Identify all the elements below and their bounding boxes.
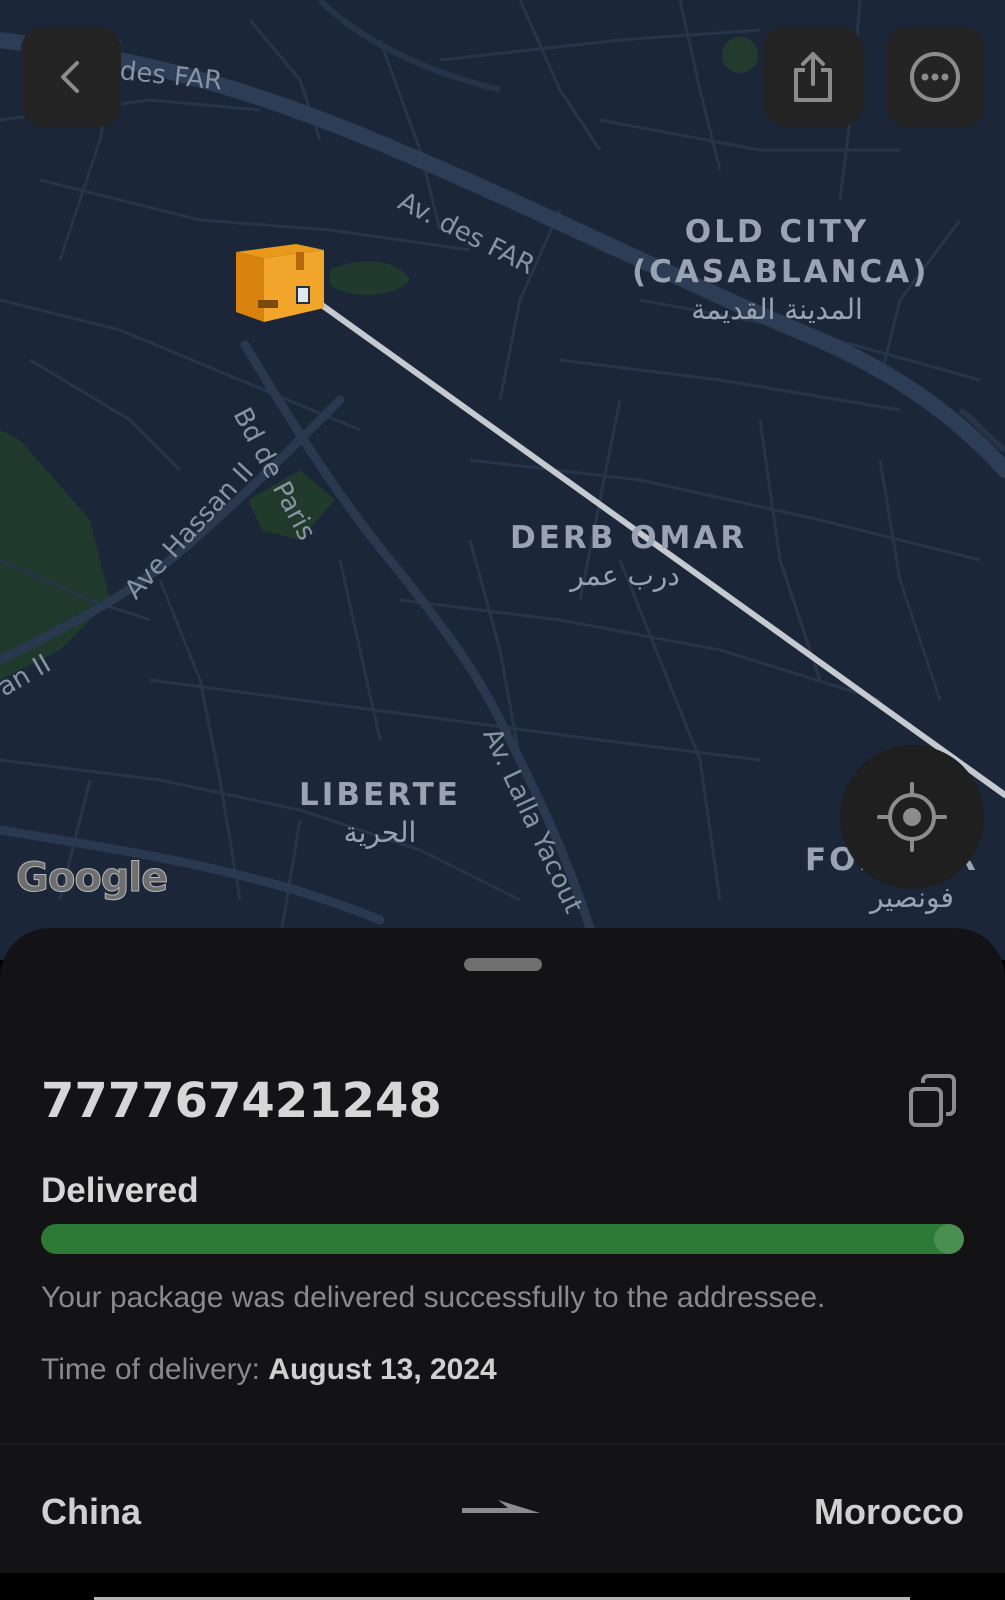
more-icon bbox=[910, 52, 960, 102]
my-location-button[interactable] bbox=[840, 745, 984, 889]
destination-country: Morocco bbox=[813, 1491, 964, 1532]
route-arrow-icon bbox=[462, 1500, 540, 1513]
system-navigation-bar bbox=[0, 1573, 1005, 1600]
share-icon bbox=[794, 52, 832, 102]
delivery-time-label: Time of delivery: bbox=[41, 1353, 260, 1386]
progress-knob bbox=[934, 1224, 964, 1254]
share-button[interactable] bbox=[763, 27, 863, 127]
copy-button[interactable] bbox=[908, 1073, 958, 1129]
district-label-liberte: LIBERTE الحرية bbox=[299, 777, 461, 849]
locate-icon bbox=[877, 782, 947, 852]
delivery-progress-bar bbox=[41, 1224, 964, 1254]
sheet-drag-handle[interactable] bbox=[464, 958, 542, 971]
progress-fill bbox=[41, 1224, 964, 1254]
district-label-old-city: OLD CITY (CASABLANCA) المدينة القديمة bbox=[632, 214, 930, 326]
origin-country: China bbox=[41, 1491, 142, 1532]
delivery-time: Time of delivery: August 13, 2024 bbox=[41, 1353, 497, 1387]
delivery-date: August 13, 2024 bbox=[268, 1353, 497, 1386]
map-view[interactable]: des FAR Av. des FAR Bd de Paris Ave Hass… bbox=[0, 0, 1005, 960]
status-label: Delivered bbox=[41, 1171, 199, 1210]
status-description: Your package was delivered successfully … bbox=[41, 1281, 826, 1314]
google-attribution: Google bbox=[15, 855, 168, 902]
tracking-number: 777767421248 bbox=[41, 1073, 442, 1129]
route-summary: China Morocco bbox=[0, 1445, 1005, 1573]
back-button[interactable] bbox=[21, 27, 121, 127]
copy-icon bbox=[909, 1074, 956, 1127]
more-options-button[interactable] bbox=[885, 27, 985, 127]
shipment-details-sheet: 777767421248 Delivered Your package was … bbox=[0, 928, 1005, 1600]
district-label-derb-omar: DERB OMAR درب عمر bbox=[510, 520, 748, 592]
package-marker-icon[interactable] bbox=[236, 240, 324, 324]
chevron-left-icon bbox=[61, 61, 79, 93]
